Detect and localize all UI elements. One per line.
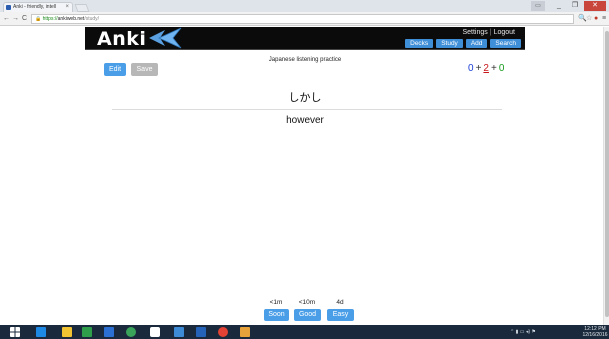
extension-icon[interactable]: ● (594, 15, 598, 23)
soon-interval: <1m (269, 299, 283, 306)
address-bar[interactable]: 🔒 https://ankiweb.net/study/ (31, 14, 574, 24)
screen: Anki - friendly, intell × ▭ _ ❐ ✕ ← → C … (0, 0, 609, 339)
chrome-icon[interactable] (218, 327, 228, 337)
lock-icon: 🔒 (35, 16, 42, 22)
count-plus: + (490, 63, 497, 74)
nav-add-button[interactable]: Add (465, 39, 488, 48)
nav-decks-button[interactable]: Decks (405, 39, 434, 48)
back-arrow-icon[interactable]: ← (3, 14, 10, 24)
answer-divider (112, 109, 502, 110)
window-maximize-button[interactable]: ❐ (567, 1, 583, 11)
app-blue-icon[interactable] (104, 327, 114, 337)
page-scrollbar[interactable] (603, 27, 609, 325)
account-links: Settings | Logout (462, 28, 515, 37)
due-counts: 0 +2 +0 (468, 63, 504, 75)
windows-start-icon[interactable] (10, 327, 20, 337)
system-tray[interactable]: ⌃ ▮ ▭ ◂) ⚑ (510, 328, 536, 336)
window-minimize-button[interactable]: _ (551, 1, 567, 11)
forward-arrow-icon[interactable]: → (12, 14, 19, 24)
app-green-icon[interactable] (82, 327, 92, 337)
scrollbar-thumb[interactable] (605, 31, 609, 317)
review-count: 0 (498, 63, 505, 74)
card-back-text: however (286, 115, 324, 126)
internet-explorer-icon[interactable] (36, 327, 46, 337)
taskbar-clock[interactable]: 12:12 PM 12/16/2016 (582, 326, 608, 338)
logout-link[interactable]: Logout (494, 29, 515, 36)
anki-taskbar-icon[interactable] (240, 327, 250, 337)
anki-header: Anki Settings | Logout Decks Study Add Sea… (85, 27, 525, 50)
app-circle-icon[interactable] (126, 327, 136, 337)
app-photos-icon[interactable] (174, 327, 184, 337)
windows-taskbar: ⌃ ▮ ▭ ◂) ⚑ 12:12 PM 12/16/2016 (0, 325, 609, 339)
browser-toolbar: ← → C 🔒 https://ankiweb.net/study/ 🔍 ☆ ●… (0, 12, 609, 26)
anki-favicon-icon (6, 5, 11, 10)
nav-study-button[interactable]: Study (436, 39, 463, 48)
easy-interval: 4d (336, 299, 344, 306)
tab-close-icon[interactable]: × (65, 3, 69, 12)
url-host: ankiweb.net (57, 16, 85, 22)
settings-link[interactable]: Settings (462, 29, 487, 36)
count-plus: + (475, 63, 482, 74)
save-button[interactable]: Save (131, 63, 158, 76)
url-scheme: https:// (42, 16, 58, 22)
url-path: /study/ (84, 16, 100, 22)
page-viewport: Anki Settings | Logout Decks Study Add Sea… (0, 27, 603, 325)
easy-button[interactable]: Easy (327, 309, 354, 321)
browser-tab[interactable]: Anki - friendly, intell × (3, 2, 73, 12)
anki-logo[interactable]: Anki (97, 28, 146, 50)
browser-tab-strip: Anki - friendly, intell × ▭ _ ❐ ✕ (0, 0, 609, 12)
window-close-button[interactable]: ✕ (584, 1, 606, 11)
anki-star-logo-icon (149, 27, 182, 49)
app-word-icon[interactable] (196, 327, 206, 337)
app-home-icon[interactable] (150, 327, 160, 337)
bookmark-star-icon[interactable]: ☆ (586, 15, 592, 23)
new-tab-button[interactable] (74, 4, 90, 12)
tab-title: Anki - friendly, intell (13, 4, 56, 10)
main-nav: Decks Study Add Search (405, 39, 521, 48)
soon-button[interactable]: Soon (264, 309, 289, 321)
deck-title: Japanese listening practice (268, 57, 342, 63)
new-count: 0 (468, 63, 474, 74)
link-separator: | (489, 29, 492, 36)
nav-search-button[interactable]: Search (490, 39, 521, 48)
window-user-icon[interactable]: ▭ (531, 1, 545, 11)
file-explorer-icon[interactable] (62, 327, 72, 337)
card-front-text: しかし (288, 91, 322, 104)
learning-count: 2 (483, 63, 489, 74)
reload-icon[interactable]: C (22, 14, 27, 24)
good-interval: <10m (298, 299, 316, 306)
browser-menu-icon[interactable]: ≡ (602, 15, 606, 23)
clock-date: 12/16/2016 (582, 332, 608, 338)
edit-button[interactable]: Edit (104, 63, 126, 76)
good-button[interactable]: Good (294, 309, 321, 321)
